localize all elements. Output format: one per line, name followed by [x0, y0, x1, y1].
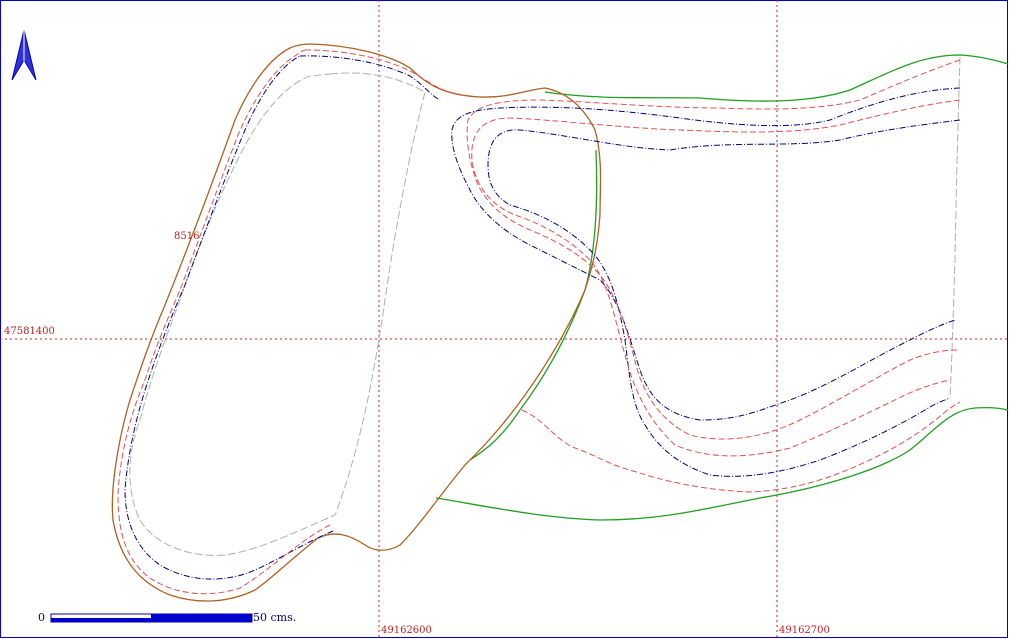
scale-start-label: 0	[38, 611, 45, 624]
contour-blue-outer	[487, 119, 961, 477]
scale-end-label: 50 cms.	[253, 611, 296, 624]
contour-blue-left	[124, 55, 441, 580]
contour-red-left	[117, 49, 461, 595]
contour-red-mid	[471, 99, 961, 457]
contour-blue-inner	[451, 87, 961, 421]
scale-bar-fill-right	[151, 614, 252, 622]
contour-gray-left	[129, 72, 426, 556]
scale-bar: 0 50 cms.	[38, 611, 296, 624]
contour-label: 8516	[174, 231, 199, 242]
map-canvas[interactable]: 47581400 49162600 49162700 8516 0 50 cms…	[0, 0, 1009, 639]
grid-label-y1: 47581400	[4, 326, 55, 337]
north-arrow-icon	[11, 29, 37, 81]
grid-label-x2: 49162700	[779, 625, 830, 636]
contour-red-inner	[466, 59, 961, 440]
contour-gray-right	[949, 56, 961, 399]
grid-label-x1: 49162600	[381, 625, 432, 636]
green-line-bottom	[435, 406, 1009, 521]
boundary-line	[111, 43, 602, 602]
